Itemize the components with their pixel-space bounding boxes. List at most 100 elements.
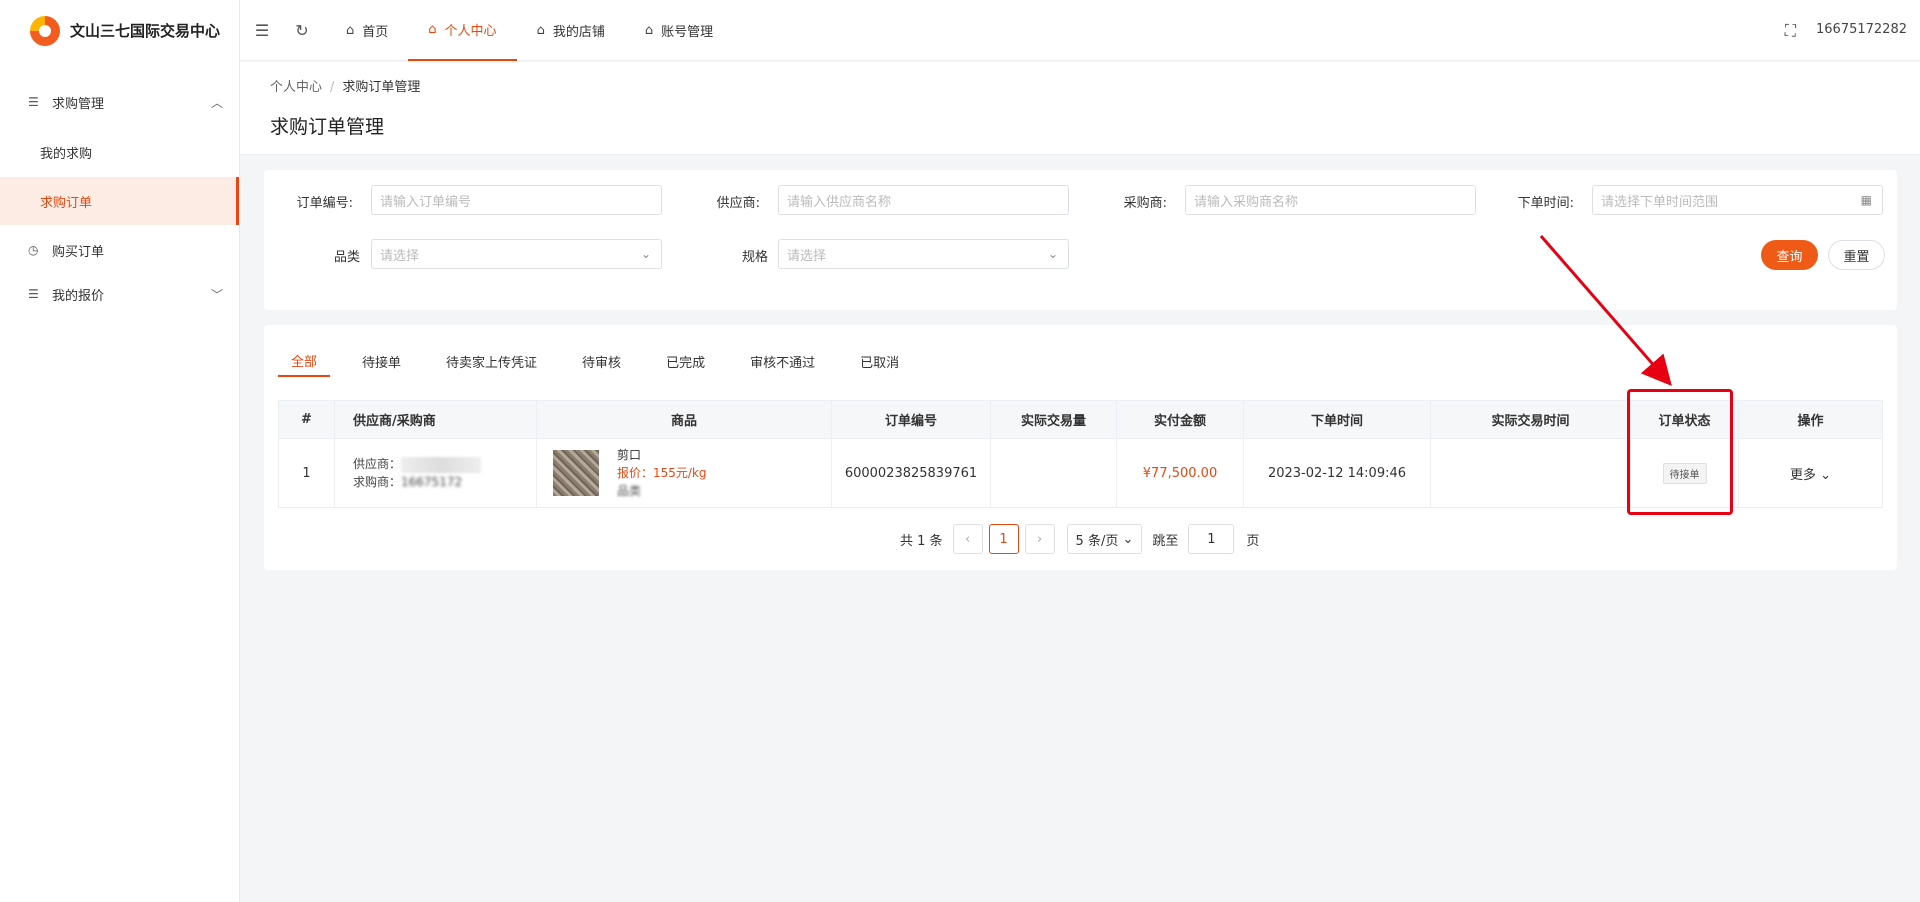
page-size-label: 5 条/页 — [1075, 533, 1119, 549]
actions-cell: 更多 ⌄ — [1738, 438, 1883, 508]
status-tabs: 全部 待接单 待卖家上传凭证 待审核 已完成 审核不通过 已取消 — [278, 345, 931, 377]
jump-input[interactable]: 1 — [1188, 524, 1235, 554]
spec-label: 规格 — [741, 250, 768, 265]
status-tab-all[interactable]: 全部 — [278, 345, 331, 377]
chevron-down-icon: ﹀ — [210, 287, 223, 302]
sidebar-item-purchase-orders[interactable]: 求购订单 — [0, 177, 239, 225]
page-header: 个人中心 / 求购订单管理 求购订单管理 — [240, 62, 1920, 155]
actual-qty — [990, 438, 1117, 508]
annotation-highlight-box — [1627, 389, 1733, 515]
buyer-value: 16675172 — [401, 475, 463, 489]
fullscreen-icon[interactable]: ⛶ — [1785, 21, 1796, 41]
status-tab-cancelled[interactable]: 已取消 — [847, 345, 912, 377]
order-time-placeholder: 请选择下单时间范围 — [1601, 194, 1719, 210]
top-header: ☰ ↻ ⌂ 首页 ⌂ 个人中心 ⌂ 我的店铺 ⌂ 账号管理 ⛶ 16675172282 — [240, 0, 1920, 61]
page-size-select[interactable]: 5 条/页 ⌄ — [1066, 524, 1143, 554]
col-amount: 实付金额 — [1116, 400, 1244, 439]
product-cell: 剪口 报价：155元/kg 品类 — [536, 438, 832, 508]
sidebar-group-buy-orders[interactable]: ◷ 购买订单 — [0, 229, 239, 271]
breadcrumb: 个人中心 / 求购订单管理 — [270, 76, 420, 95]
more-label: 更多 — [1789, 467, 1816, 483]
col-product: 商品 — [536, 400, 832, 439]
product-name: 剪口 — [617, 448, 642, 462]
chevron-down-icon: ⌄ — [1047, 247, 1058, 261]
home-icon: ⌂ — [536, 22, 545, 38]
party-cell: 供应商： 求购商：16675172 — [334, 438, 537, 508]
prev-page-button[interactable]: ‹ — [952, 524, 983, 554]
col-actions: 操作 — [1738, 400, 1883, 439]
tab-label: 账号管理 — [661, 24, 714, 40]
home-icon: ⌂ — [428, 21, 437, 37]
supplier-label: 供应商: — [716, 196, 760, 211]
reset-button[interactable]: 重置 — [1828, 240, 1885, 270]
buyer-label: 采购商: — [1123, 196, 1167, 211]
page-number[interactable]: 1 — [988, 524, 1019, 554]
tab-label: 个人中心 — [444, 23, 497, 39]
order-number: 6000023825839761 — [831, 438, 991, 508]
buyer-label: 求购商： — [353, 475, 402, 489]
col-trade-time: 实际交易时间 — [1430, 400, 1631, 439]
col-order-time: 下单时间 — [1243, 400, 1431, 439]
home-icon: ⌂ — [644, 22, 654, 38]
status-tab-pending-accept[interactable]: 待接单 — [349, 345, 414, 377]
spec-select[interactable]: 请选择 ⌄ — [778, 239, 1069, 269]
col-actual-qty: 实际交易量 — [990, 400, 1117, 439]
paid-amount: ¥77,500.00 — [1116, 438, 1244, 508]
tab-label: 我的店铺 — [552, 24, 605, 40]
product-category: 品类 — [617, 484, 642, 498]
tab-account[interactable]: ⌂ 账号管理 — [625, 0, 733, 61]
refresh-icon[interactable]: ↻ — [292, 21, 312, 40]
sliders-icon: ☰ — [28, 287, 39, 301]
logo[interactable]: 文山三七国际交易中心 — [0, 0, 239, 61]
col-order-no: 订单编号 — [831, 400, 991, 439]
chevron-down-icon: ⌄ — [1820, 467, 1832, 483]
tab-label: 首页 — [362, 24, 389, 40]
supplier-input[interactable]: 请输入供应商名称 — [778, 185, 1069, 215]
trade-time — [1430, 438, 1631, 508]
clock-icon: ◷ — [28, 243, 39, 257]
sidebar-group-label: 购买订单 — [52, 244, 105, 260]
status-tab-completed[interactable]: 已完成 — [653, 345, 718, 377]
chevron-up-icon: ︿ — [210, 95, 223, 110]
chevron-down-icon: ⌄ — [640, 247, 651, 261]
status-tab-pending-review[interactable]: 待审核 — [569, 345, 634, 377]
menu-collapse-icon[interactable]: ☰ — [252, 21, 272, 40]
tab-my-store[interactable]: ⌂ 我的店铺 — [517, 0, 625, 61]
tab-home[interactable]: ⌂ 首页 — [326, 0, 408, 61]
status-tab-rejected[interactable]: 审核不通过 — [737, 345, 828, 377]
order-no-input[interactable]: 请输入订单编号 — [371, 185, 662, 215]
breadcrumb-root[interactable]: 个人中心 — [270, 80, 322, 95]
order-time-range-picker[interactable]: 请选择下单时间范围 ▦ — [1592, 185, 1883, 215]
sidebar-item-my-purchase[interactable]: 我的求购 — [0, 128, 239, 176]
col-party: 供应商/采购商 — [334, 400, 537, 439]
order-no-label: 订单编号: — [296, 196, 353, 211]
query-button[interactable]: 查询 — [1761, 240, 1818, 270]
next-page-button[interactable]: › — [1024, 524, 1055, 554]
sidebar-group-label: 我的报价 — [52, 288, 105, 304]
row-index: 1 — [278, 438, 335, 508]
sidebar-group-my-quotes[interactable]: ☰ 我的报价 ﹀ — [0, 273, 239, 315]
buyer-input[interactable]: 请输入采购商名称 — [1185, 185, 1476, 215]
page-unit-label: 页 — [1246, 533, 1260, 549]
tab-personal-center[interactable]: ⌂ 个人中心 — [408, 0, 517, 61]
col-index: # — [278, 400, 335, 439]
breadcrumb-separator: / — [330, 80, 335, 95]
app-name: 文山三七国际交易中心 — [70, 22, 221, 40]
chevron-down-icon: ⌄ — [1122, 531, 1134, 547]
sidebar-group-label: 求购管理 — [52, 96, 105, 112]
product-thumbnail[interactable] — [553, 450, 599, 496]
sidebar: 文山三七国际交易中心 ☰ 求购管理 ︿ 我的求购 求购订单 ◷ 购买订单 ☰ 我… — [0, 0, 240, 902]
category-select[interactable]: 请选择 ⌄ — [371, 239, 662, 269]
order-time-label: 下单时间: — [1517, 196, 1574, 211]
more-actions-dropdown[interactable]: 更多 ⌄ — [1790, 468, 1831, 483]
sidebar-group-purchase[interactable]: ☰ 求购管理 ︿ — [0, 81, 239, 123]
supplier-label: 供应商： — [353, 457, 402, 471]
home-icon: ⌂ — [346, 22, 355, 38]
pagination: 共 1 条 ‹ 1 › 5 条/页 ⌄ 跳至 1 页 — [900, 524, 1259, 554]
status-tab-pending-upload[interactable]: 待卖家上传凭证 — [433, 345, 550, 377]
category-label: 品类 — [333, 250, 360, 265]
calendar-icon: ▦ — [1860, 193, 1872, 207]
page-title: 求购订单管理 — [270, 116, 385, 138]
user-account[interactable]: 16675172282 — [1816, 22, 1907, 37]
sliders-icon: ☰ — [28, 95, 39, 109]
